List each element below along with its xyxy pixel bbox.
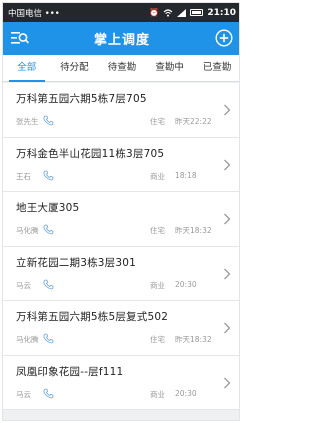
property-type: 住宅 bbox=[150, 226, 165, 235]
list-item[interactable]: 万科第五园六期5栋5层复式502 马化腾 住宅 昨天18:32 bbox=[3, 301, 239, 356]
item-time: 昨天18:32 bbox=[175, 226, 212, 235]
phone-icon[interactable] bbox=[43, 388, 54, 399]
task-list: 万科第五园六期5栋7层705 张先生 住宅 昨天22:22 万科金色半山花园11… bbox=[3, 83, 239, 410]
carrier-label: 中国电信 ••• bbox=[8, 8, 60, 19]
property-type: 商业 bbox=[150, 171, 165, 181]
chevron-right-icon bbox=[224, 159, 231, 170]
property-type: 商业 bbox=[150, 389, 165, 399]
contact-name: 马化腾 bbox=[16, 226, 39, 235]
tab-pending-assign[interactable]: 待分配 bbox=[51, 55, 99, 81]
property-type: 商业 bbox=[150, 280, 165, 290]
status-icons: ⏰ 21:10 bbox=[149, 8, 236, 18]
alarm-icon: ⏰ bbox=[149, 7, 160, 17]
tab-surveyed[interactable]: 已查勘 bbox=[193, 55, 239, 81]
phone-icon[interactable] bbox=[43, 224, 54, 235]
signal-icon bbox=[177, 8, 187, 17]
list-item[interactable]: 凤凰印象花园--层f111 马云 商业 20:30 bbox=[3, 355, 239, 410]
item-address: 万科第五园六期5栋5层复式502 bbox=[16, 311, 169, 323]
list-item[interactable]: 立新花园二期3栋3层301 马云 商业 20:30 bbox=[3, 246, 239, 301]
phone-icon[interactable] bbox=[43, 279, 54, 290]
tab-all[interactable]: 全部 bbox=[3, 55, 51, 82]
item-address: 万科金色半山花园11栋3层705 bbox=[16, 147, 165, 160]
item-meta: 马化腾 住宅 昨天18:32 bbox=[16, 333, 239, 346]
phone-icon[interactable] bbox=[43, 115, 54, 126]
clock: 21:10 bbox=[207, 7, 236, 18]
property-type: 住宅 bbox=[150, 335, 165, 344]
item-meta: 马云 商业 20:30 bbox=[16, 388, 239, 401]
list-item[interactable]: 万科金色半山花园11栋3层705 王石 商业 18:18 bbox=[3, 137, 239, 192]
status-bar: 中国电信 ••• ⏰ 21:10 bbox=[3, 3, 239, 22]
contact-name: 王石 bbox=[16, 171, 31, 181]
item-meta: 张先生 住宅 昨天22:22 bbox=[16, 115, 239, 128]
tab-surveying[interactable]: 查勘中 bbox=[146, 55, 194, 81]
phone-icon[interactable] bbox=[43, 333, 54, 344]
item-meta: 马化腾 住宅 昨天18:32 bbox=[16, 224, 239, 237]
item-address: 地王大厦305 bbox=[16, 202, 80, 214]
chevron-right-icon bbox=[224, 104, 231, 116]
chevron-right-icon bbox=[224, 268, 231, 279]
list-item[interactable]: 地王大厦305 马化腾 住宅 昨天18:32 bbox=[3, 192, 239, 247]
item-address: 凤凰印象花园--层f111 bbox=[16, 365, 124, 378]
chevron-right-icon bbox=[224, 213, 231, 225]
contact-name: 马化腾 bbox=[16, 335, 39, 344]
chevron-right-icon bbox=[224, 377, 231, 388]
menu-search-icon[interactable] bbox=[11, 30, 29, 46]
property-type: 住宅 bbox=[150, 117, 165, 126]
item-address: 立新花园二期3栋3层301 bbox=[16, 256, 137, 269]
app-screen: 中国电信 ••• ⏰ 21:10 掌上调度 全部 待分配 待查勘 查勘中 已查勘… bbox=[2, 2, 240, 421]
status-tabs: 全部 待分配 待查勘 查勘中 已查勘 bbox=[3, 55, 239, 82]
item-time: 18:18 bbox=[175, 170, 197, 180]
battery-icon bbox=[190, 9, 204, 16]
item-meta: 马云 商业 20:30 bbox=[16, 279, 239, 292]
item-time: 昨天18:32 bbox=[175, 335, 212, 344]
contact-name: 马云 bbox=[16, 389, 31, 399]
item-time: 20:30 bbox=[175, 388, 197, 398]
app-header: 掌上调度 bbox=[3, 22, 239, 55]
add-button[interactable] bbox=[215, 29, 233, 47]
item-address: 万科第五园六期5栋7层705 bbox=[16, 93, 147, 105]
list-item[interactable]: 万科第五园六期5栋7层705 张先生 住宅 昨天22:22 bbox=[3, 83, 239, 138]
tab-pending-survey[interactable]: 待查勘 bbox=[98, 55, 146, 81]
wifi-icon bbox=[163, 8, 173, 17]
page-title: 掌上调度 bbox=[93, 33, 150, 48]
item-time: 20:30 bbox=[175, 279, 197, 289]
contact-name: 张先生 bbox=[16, 117, 39, 126]
item-meta: 王石 商业 18:18 bbox=[16, 170, 239, 183]
phone-icon[interactable] bbox=[43, 170, 54, 181]
chevron-right-icon bbox=[224, 322, 231, 334]
item-time: 昨天22:22 bbox=[175, 117, 212, 126]
contact-name: 马云 bbox=[16, 280, 31, 290]
